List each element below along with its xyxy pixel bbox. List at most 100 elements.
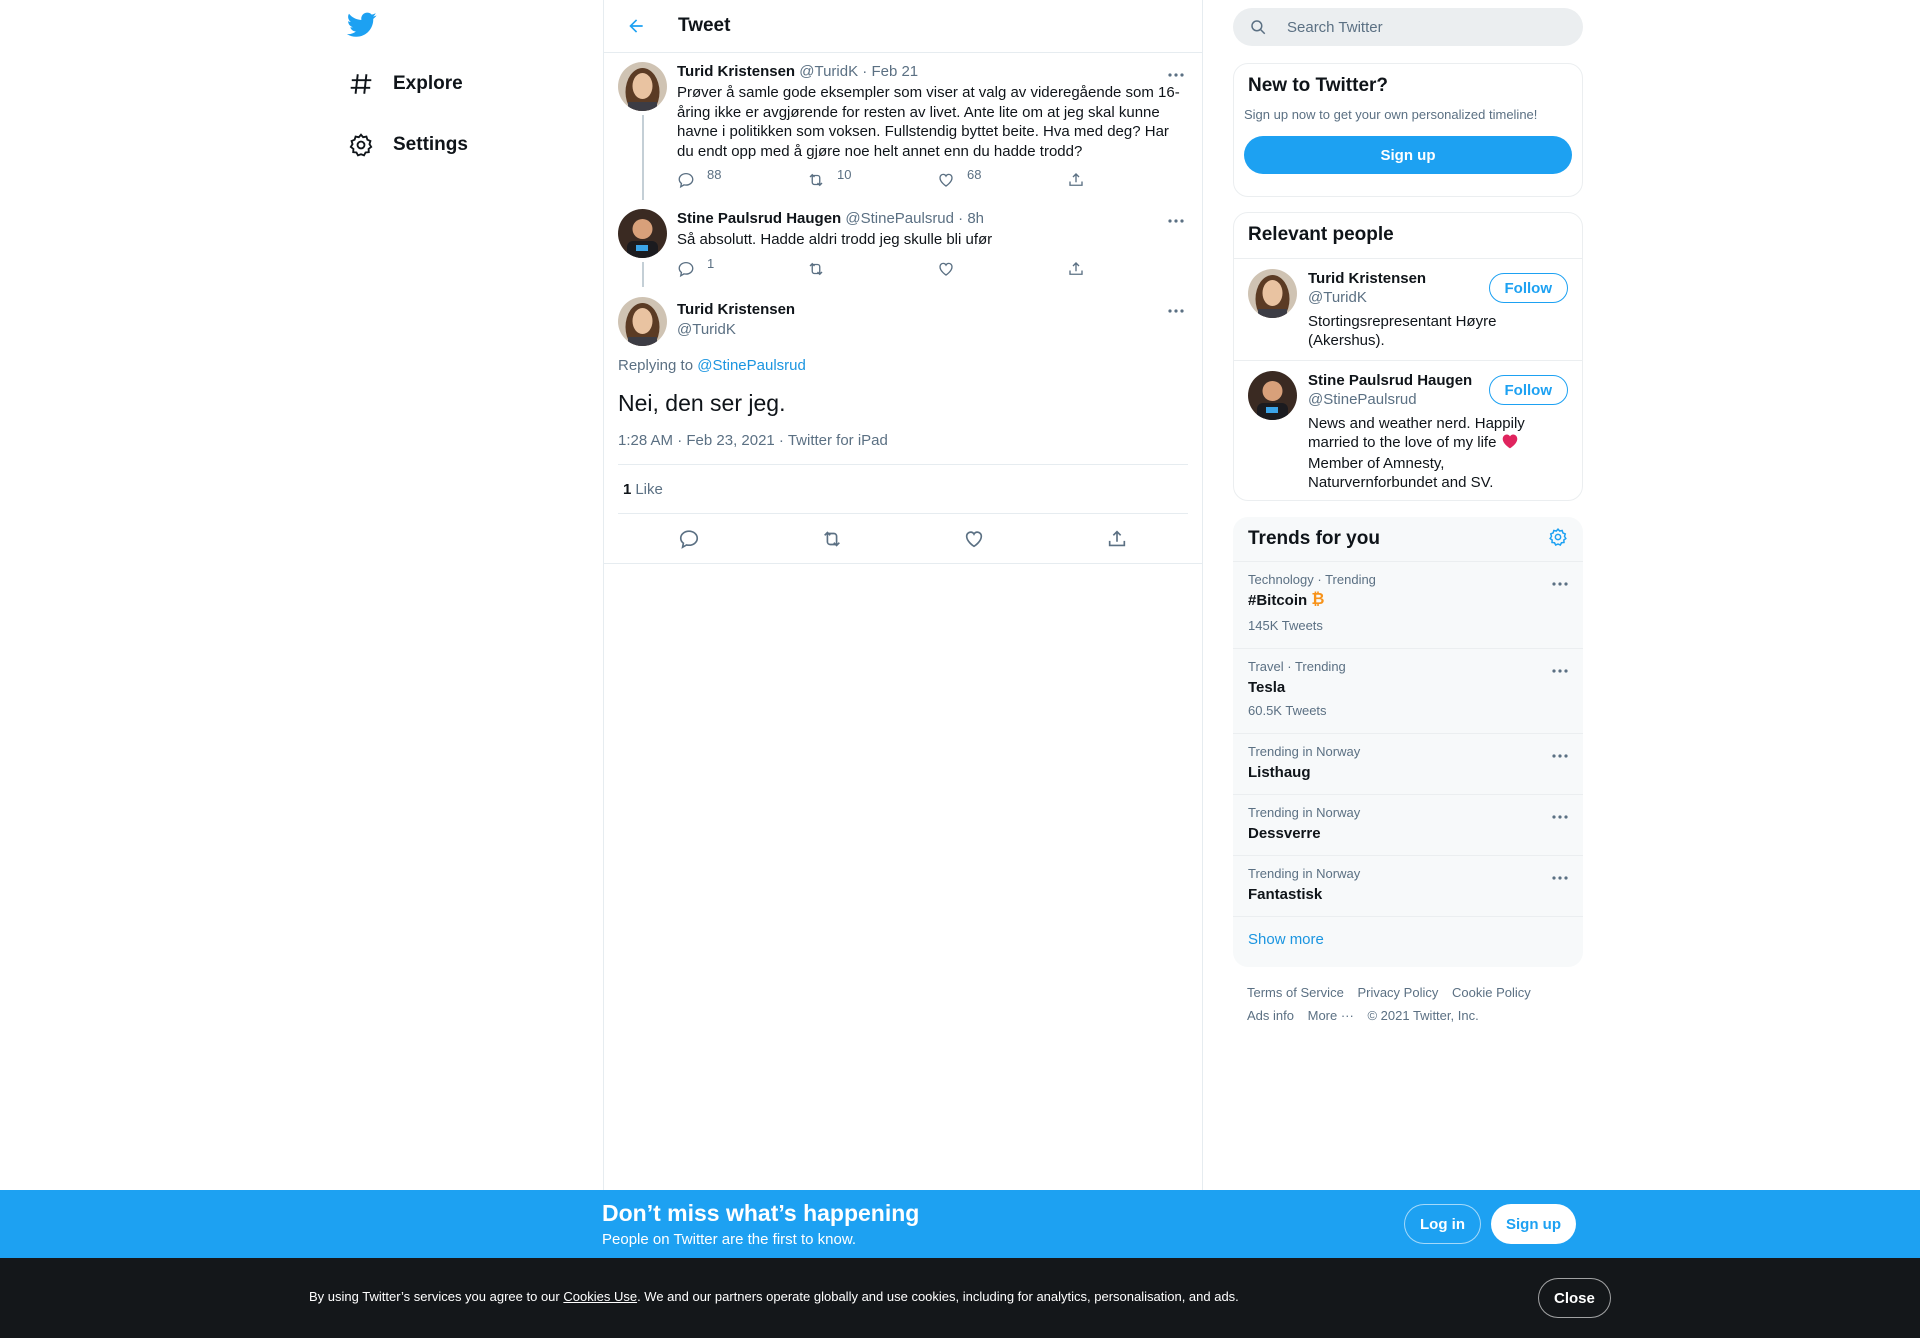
signup-button[interactable]: Sign up [1244,136,1572,174]
retweet-icon [809,262,823,275]
like-total: 1 [623,480,632,498]
retweet-button[interactable]: 10 [807,167,917,189]
nav-explore[interactable]: Explore [345,62,463,106]
trend-item[interactable]: Trending in Norway Listhaug [1233,734,1583,795]
follow-button[interactable]: Follow [1488,375,1568,405]
footer-link[interactable]: Ads info [1247,1008,1294,1023]
trend-item[interactable]: Trending in Norway Fantastisk [1233,856,1583,917]
trend-item[interactable]: Technology · Trending #Bitcoin ₿ 145K Tw… [1233,562,1583,649]
reply-button[interactable]: 88 [677,167,787,189]
tweet-header-line: Turid Kristensen @TuridK · Feb 21 [677,62,1180,82]
author-name[interactable]: Turid Kristensen [677,300,1188,320]
trends-title: Trends for you [1248,528,1380,549]
likes-stat[interactable]: 1 Like [618,464,1188,514]
trend-name: Fantastisk [1248,886,1323,903]
footer-link[interactable]: Privacy Policy [1357,985,1438,1000]
tweet-time[interactable]: · 8h [958,210,984,227]
red-heart-icon [1501,433,1519,454]
twitter-bird-icon[interactable] [346,12,379,40]
tweet-time[interactable]: · Feb 21 [862,63,918,80]
avatar[interactable] [618,62,667,111]
more-options-icon[interactable] [1551,868,1569,886]
cookie-consent-bar: By using Twitter’s services you agree to… [0,1258,1920,1338]
person-bio: Stortingsrepresentant Høyre (Akershus). [1308,313,1497,349]
retweet-button[interactable] [807,260,917,278]
reply-count: 88 [707,167,722,182]
more-options-icon[interactable] [1164,211,1188,231]
cookies-use-link[interactable]: Cookies Use [563,1289,637,1304]
bitcoin-icon: ₿ [1311,589,1325,614]
more-options-icon[interactable] [1551,746,1569,764]
hashtag-icon [345,68,377,100]
author-handle[interactable]: @TuridK [799,63,858,80]
more-options-icon[interactable] [1164,65,1188,85]
trend-context: Technology · Trending [1248,572,1376,587]
heart-icon [939,173,953,187]
tweet-header: Tweet [604,0,1202,53]
main-tweet-actions [604,514,1202,564]
thread-tweet-2[interactable]: Stine Paulsrud Haugen @StinePaulsrud · 8… [604,199,1202,287]
share-icon[interactable] [1106,528,1128,550]
tweet-header-line: Stine Paulsrud Haugen @StinePaulsrud · 8… [677,209,1180,229]
search-input[interactable] [1287,18,1547,36]
trend-context: Trending in Norway [1248,744,1361,759]
trend-item[interactable]: Trending in Norway Dessverre [1233,795,1583,856]
person-bio: News and weather nerd. Happily married t… [1308,414,1567,492]
copyright: © 2021 Twitter, Inc. [1367,1008,1479,1023]
person-item[interactable]: Turid Kristensen @TuridK Stortingsrepres… [1234,258,1582,360]
show-more-link[interactable]: Show more [1233,917,1583,962]
footer-link[interactable]: More ··· [1308,1008,1354,1023]
trend-item[interactable]: Travel · Trending Tesla 60.5K Tweets [1233,649,1583,734]
reply-icon[interactable] [678,528,700,550]
like-button[interactable] [937,260,1047,278]
replying-to-link[interactable]: @StinePaulsrud [697,357,806,374]
card-title: Relevant people [1248,224,1394,245]
author-name[interactable]: Turid Kristensen [677,63,795,80]
trend-name: Tesla [1248,679,1286,696]
share-button[interactable] [1067,260,1107,278]
avatar[interactable] [618,297,667,346]
follow-button[interactable]: Follow [1488,273,1568,303]
more-options-icon[interactable] [1551,574,1569,592]
search-box[interactable] [1233,8,1583,46]
avatar[interactable] [1248,371,1297,420]
trend-name: Dessverre [1248,825,1321,842]
more-options-icon[interactable] [1551,661,1569,679]
retweet-icon [809,173,823,187]
like-label: Like [635,480,663,498]
tweet-timestamp[interactable]: 1:28 AM · Feb 23, 2021 · Twitter for iPa… [618,432,1188,449]
more-options-icon[interactable] [1164,301,1188,321]
trend-name: #Bitcoin ₿ [1248,589,1568,614]
banner-subtitle: People on Twitter are the first to know. [602,1231,857,1248]
settings-gear-icon[interactable] [1548,527,1568,552]
heart-icon[interactable] [963,528,985,550]
avatar[interactable] [1248,269,1297,318]
login-button[interactable]: Log in [1404,1204,1481,1244]
retweet-count: 10 [837,167,852,182]
like-button[interactable]: 68 [937,167,1047,189]
author-handle[interactable]: @TuridK [677,320,1188,339]
more-options-icon[interactable] [1551,807,1569,825]
like-count: 68 [967,167,982,182]
share-icon [1069,261,1083,275]
person-bio-text: News and weather nerd. Happily married t… [1308,415,1525,451]
author-handle[interactable]: @StinePaulsrud [845,210,954,227]
person-item[interactable]: Stine Paulsrud Haugen @StinePaulsrud New… [1234,360,1582,500]
cookie-text-suffix: . We and our partners operate globally a… [637,1289,1239,1304]
gear-icon [345,129,377,161]
footer-link[interactable]: Cookie Policy [1452,985,1531,1000]
new-to-twitter-card: New to Twitter? Sign up now to get your … [1233,63,1583,197]
relevant-people-card: Relevant people Turid Kristensen @TuridK… [1233,212,1583,501]
back-button[interactable] [618,8,654,44]
retweet-icon[interactable] [821,528,843,550]
share-button[interactable] [1067,171,1107,189]
author-name[interactable]: Stine Paulsrud Haugen [677,210,841,227]
close-button[interactable]: Close [1538,1278,1611,1318]
nav-settings[interactable]: Settings [345,123,468,167]
banner-signup-button[interactable]: Sign up [1491,1204,1576,1244]
svg-text:₿: ₿ [1312,590,1325,607]
reply-button[interactable]: 1 [677,256,787,278]
thread-tweet-1[interactable]: Turid Kristensen @TuridK · Feb 21 Prøver… [604,53,1202,200]
footer-link[interactable]: Terms of Service [1247,985,1344,1000]
avatar[interactable] [618,209,667,258]
